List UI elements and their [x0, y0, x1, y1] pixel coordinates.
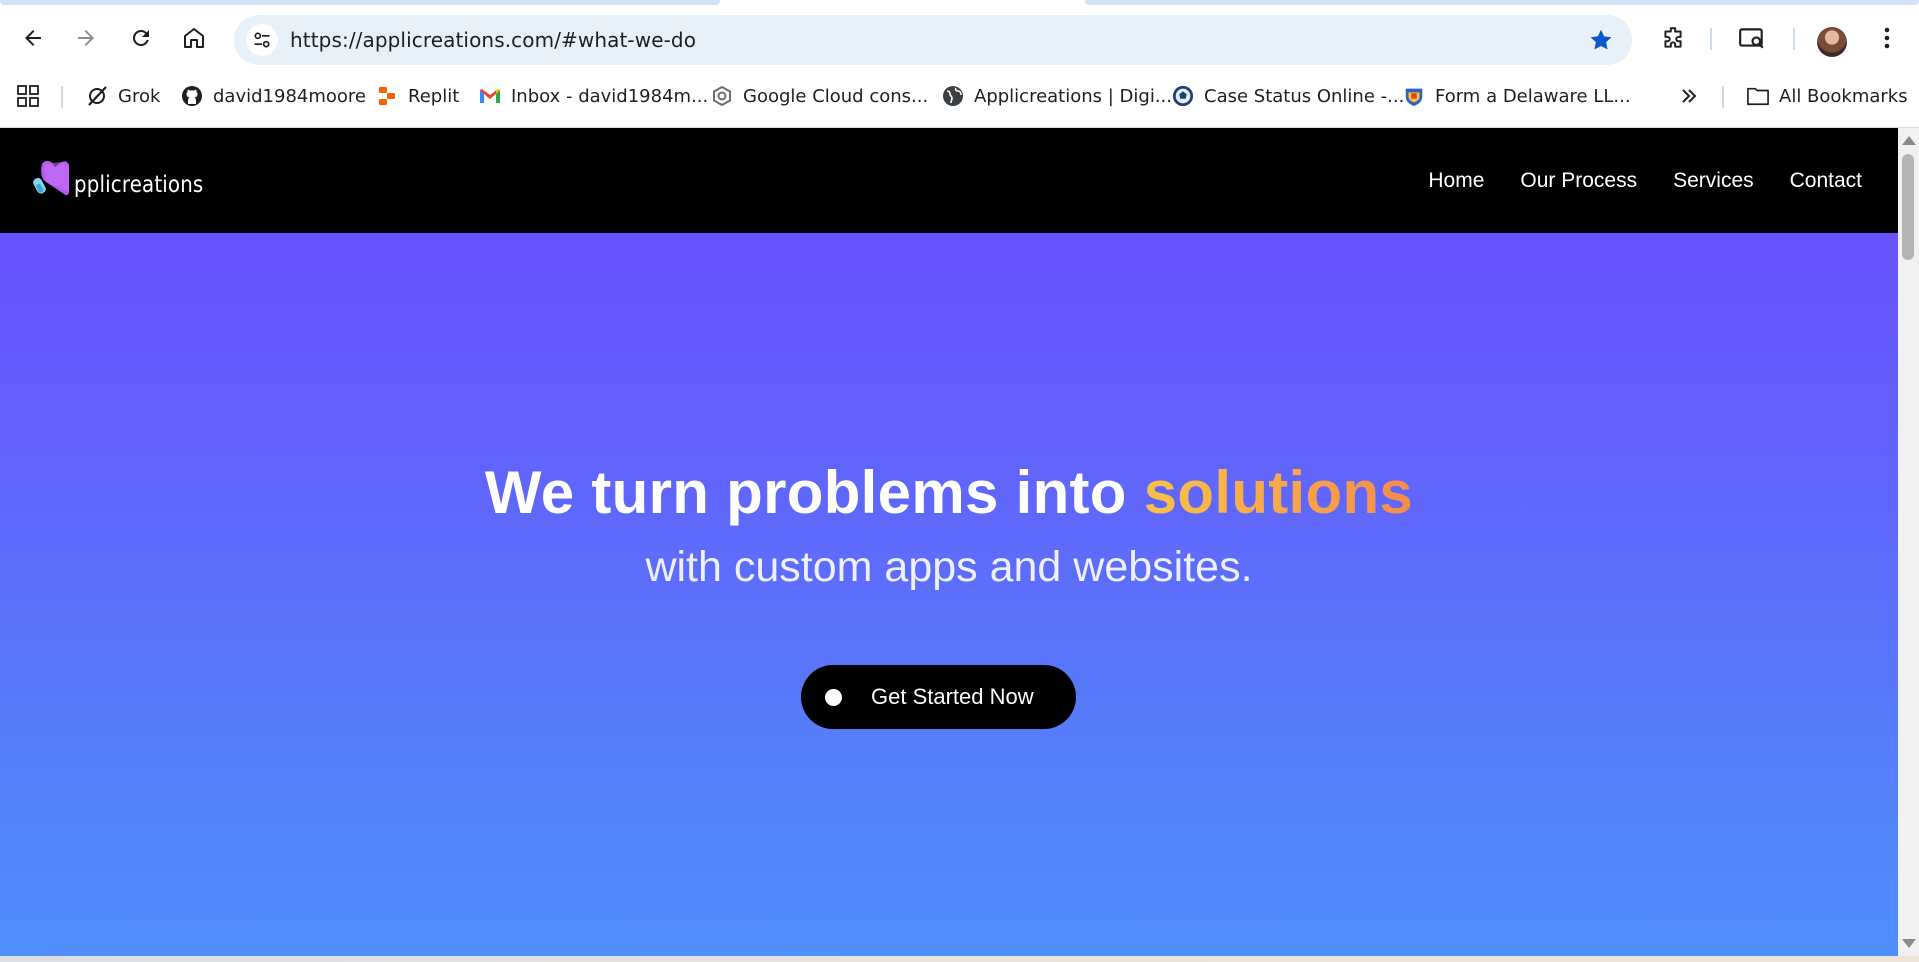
bookmarks-bar: Grok david1984moore Replit Inbox - david… — [0, 76, 1919, 128]
hero-title: We turn problems into solutions — [0, 458, 1898, 527]
hero-subtitle: with custom apps and websites. — [645, 543, 1253, 591]
page-scrollbar[interactable] — [1898, 128, 1919, 956]
bookmark-label: Replit — [408, 85, 460, 107]
grok-icon — [86, 85, 108, 107]
scrollbar-thumb[interactable] — [1902, 154, 1914, 260]
scroll-down-arrow-icon[interactable] — [1902, 939, 1916, 948]
kebab-menu-icon — [1884, 27, 1890, 49]
uscis-seal-icon — [1172, 85, 1194, 107]
address-bar[interactable]: https://applicreations.com/#what-we-do — [234, 15, 1632, 65]
scroll-up-arrow-icon[interactable] — [1902, 136, 1916, 145]
bookmark-label: Inbox - david1984m... — [511, 85, 709, 107]
reload-button[interactable] — [121, 18, 161, 58]
bookmark-gmail[interactable]: Inbox - david1984m... — [479, 76, 708, 116]
chevron-double-right-icon — [1678, 85, 1700, 107]
delaware-icon — [1403, 85, 1425, 107]
home-icon — [184, 28, 204, 48]
replit-icon — [376, 85, 398, 107]
globe-icon — [942, 85, 964, 107]
folder-icon — [1747, 85, 1769, 107]
nav-our-process[interactable]: Our Process — [1520, 169, 1637, 193]
tab-search-button[interactable] — [1733, 19, 1771, 57]
google-cloud-icon — [711, 85, 733, 107]
home-button[interactable] — [174, 18, 214, 58]
bookmark-label: david1984moore — [213, 85, 366, 107]
apps-grid-icon — [17, 85, 39, 107]
bookmarks-separator — [1722, 86, 1724, 108]
window-bottom-edge — [0, 956, 1919, 962]
tune-icon — [254, 32, 270, 48]
bookmark-star-icon[interactable] — [1588, 27, 1614, 53]
bookmark-label: Case Status Online -... — [1204, 85, 1405, 107]
bookmark-label: Grok — [118, 85, 161, 107]
all-bookmarks-button[interactable]: All Bookmarks — [1747, 76, 1908, 116]
apps-button[interactable] — [17, 76, 39, 116]
logo-mark-icon — [33, 160, 70, 196]
bookmark-google-cloud[interactable]: Google Cloud cons... — [711, 76, 928, 116]
reload-icon — [132, 29, 149, 46]
site-logo[interactable]: pplicreations — [32, 158, 224, 200]
browser-toolbar: https://applicreations.com/#what-we-do — [0, 6, 1919, 76]
site-nav: Home Our Process Services Contact — [1428, 128, 1862, 233]
bookmark-label: Applicreations | Digi... — [974, 85, 1172, 107]
toolbar-separator — [1793, 28, 1795, 50]
cta-label: Get Started Now — [871, 684, 1034, 709]
bookmark-grok[interactable]: Grok — [86, 76, 160, 116]
toolbar-separator — [1710, 28, 1712, 50]
puzzle-icon — [1664, 27, 1682, 48]
arrow-left-icon — [25, 30, 41, 46]
hero-section: We turn problems into solutions with cus… — [0, 233, 1898, 956]
all-bookmarks-label: All Bookmarks — [1779, 85, 1908, 107]
arrow-right-icon — [78, 30, 94, 46]
dot-icon — [825, 688, 842, 706]
gmail-icon — [479, 85, 501, 107]
bookmark-github[interactable]: david1984moore — [181, 76, 366, 116]
extensions-button[interactable] — [1654, 19, 1692, 57]
bookmark-label: Form a Delaware LL... — [1435, 85, 1631, 107]
nav-services[interactable]: Services — [1673, 169, 1754, 193]
hero-title-accent: solutions — [1143, 459, 1414, 526]
nav-home[interactable]: Home — [1428, 169, 1484, 193]
forward-button[interactable] — [66, 18, 106, 58]
tab-search-icon — [1739, 28, 1764, 49]
url-text[interactable]: https://applicreations.com/#what-we-do — [290, 15, 696, 65]
hero-title-main: We turn problems into — [484, 459, 1144, 526]
back-button[interactable] — [13, 18, 53, 58]
browser-menu-button[interactable] — [1868, 19, 1906, 57]
bookmarks-overflow-button[interactable] — [1678, 76, 1700, 116]
bookmarks-separator — [61, 86, 63, 108]
bookmark-delaware[interactable]: Form a Delaware LL... — [1403, 76, 1631, 116]
github-icon — [181, 85, 203, 107]
page-viewport: pplicreations Home Our Process Services … — [0, 128, 1898, 956]
logo-text: pplicreations — [74, 172, 204, 198]
bookmark-case-status[interactable]: Case Status Online -... — [1172, 76, 1404, 116]
nav-contact[interactable]: Contact — [1790, 169, 1862, 193]
bookmark-applicreations[interactable]: Applicreations | Digi... — [942, 76, 1172, 116]
tab-right[interactable] — [1085, 0, 1919, 5]
profile-avatar[interactable] — [1817, 27, 1847, 57]
tab-left[interactable] — [0, 0, 720, 5]
get-started-button[interactable]: Get Started Now — [801, 665, 1076, 729]
bookmark-label: Google Cloud cons... — [743, 85, 929, 107]
site-header: pplicreations Home Our Process Services … — [0, 128, 1898, 233]
site-info-button[interactable] — [246, 24, 278, 56]
bookmark-replit[interactable]: Replit — [376, 76, 459, 116]
